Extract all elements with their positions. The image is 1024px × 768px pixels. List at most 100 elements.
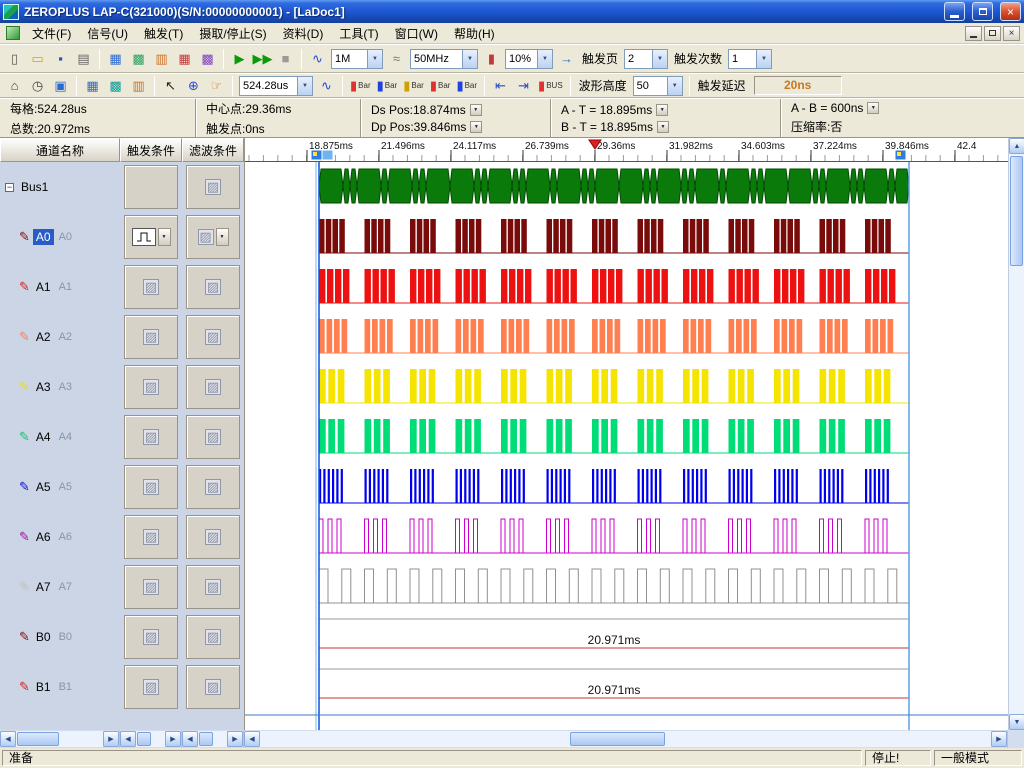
names-scroll-right-button[interactable]: ▶ bbox=[103, 731, 119, 747]
combo-arrow-icon[interactable]: ▼ bbox=[652, 50, 667, 68]
a-b-dropdown[interactable]: ▼ bbox=[867, 102, 879, 114]
trigger-condition-cell[interactable]: ▨ bbox=[124, 615, 178, 659]
b-t-dropdown[interactable]: ▼ bbox=[657, 121, 669, 133]
filter-condition-cell[interactable]: ▨ bbox=[186, 615, 240, 659]
channel-name[interactable]: B0 bbox=[33, 629, 54, 645]
repeat-run-button[interactable]: ▶▶ bbox=[251, 48, 274, 70]
waveform-area[interactable]: 18.875ms21.496ms24.117ms26.739ms29.36ms3… bbox=[244, 138, 1008, 730]
trigger-scroll-left-button[interactable]: ◀ bbox=[120, 731, 136, 747]
time-per-div-combo[interactable]: 524.28us▼ bbox=[239, 76, 313, 96]
vertical-scroll-thumb[interactable] bbox=[1010, 156, 1023, 266]
collapse-icon[interactable]: − bbox=[5, 183, 14, 192]
trigger-ratio-combo[interactable]: 10%▼ bbox=[505, 49, 553, 69]
trigger-condition-cell[interactable]: ▼ bbox=[124, 215, 178, 259]
channel-row-A2[interactable]: ✎A2A2 bbox=[0, 312, 120, 362]
filter-dropdown-arrow[interactable]: ▼ bbox=[216, 228, 229, 246]
waveform-scroll-left-button[interactable]: ◀ bbox=[244, 731, 260, 747]
channel-name[interactable]: A1 bbox=[33, 279, 54, 295]
filter-condition-cell[interactable]: ▨ bbox=[186, 565, 240, 609]
print-button[interactable]: ▤ bbox=[72, 48, 95, 70]
waveform-canvas[interactable]: 20.971ms20.971ms bbox=[245, 162, 1008, 730]
zoom-tool-button[interactable]: ⊕ bbox=[182, 76, 205, 96]
new-file-button[interactable]: ▯ bbox=[3, 48, 26, 70]
vertical-scrollbar[interactable]: ▲ ▼ bbox=[1008, 138, 1024, 730]
scroll-up-button[interactable]: ▲ bbox=[1009, 138, 1024, 154]
menu-item-1[interactable]: 信号(U) bbox=[79, 23, 136, 44]
prev-edge-button[interactable]: ⇤ bbox=[489, 76, 512, 96]
select-cursor-button[interactable]: ↖ bbox=[159, 76, 182, 96]
channel-row-A0[interactable]: ✎A0A0 bbox=[0, 212, 120, 262]
channel-name[interactable]: A7 bbox=[33, 579, 54, 595]
save-file-button[interactable]: ▪ bbox=[49, 48, 72, 70]
channel-name[interactable]: A6 bbox=[33, 529, 54, 545]
close-button[interactable]: × bbox=[1000, 2, 1021, 21]
trigger-count-combo[interactable]: 1▼ bbox=[728, 49, 772, 69]
channel-name[interactable]: B1 bbox=[33, 679, 54, 695]
trigger-condition-cell[interactable]: ▨ bbox=[124, 415, 178, 459]
waveform-mode-button[interactable]: ∿ bbox=[306, 48, 329, 70]
a-t-dropdown[interactable]: ▼ bbox=[656, 104, 668, 116]
dp-pos-dropdown[interactable]: ▼ bbox=[470, 121, 482, 133]
mdi-minimize-button[interactable] bbox=[965, 26, 982, 41]
next-edge-button[interactable]: ⇥ bbox=[512, 76, 535, 96]
trigger-condition-cell[interactable]: ▨ bbox=[124, 665, 178, 709]
group-settings-button[interactable]: ▥ bbox=[150, 48, 173, 70]
filter-condition-cell[interactable]: ▨ bbox=[186, 165, 240, 209]
goto-trigger-button[interactable]: → bbox=[555, 48, 578, 70]
channel-row-B0[interactable]: ✎B0B0 bbox=[0, 612, 120, 662]
channel-row-A4[interactable]: ✎A4A4 bbox=[0, 412, 120, 462]
trigger-dropdown-arrow[interactable]: ▼ bbox=[158, 228, 171, 246]
ds-pos-dropdown[interactable]: ▼ bbox=[470, 104, 482, 116]
channel-row-B1[interactable]: ✎B1B1 bbox=[0, 662, 120, 712]
grid-view-2-button[interactable]: ▩ bbox=[104, 76, 127, 96]
bus-settings-button[interactable]: ▦ bbox=[104, 48, 127, 70]
menu-item-0[interactable]: 文件(F) bbox=[24, 23, 79, 44]
filter-condition-cell[interactable]: ▨ bbox=[186, 315, 240, 359]
time-ruler[interactable]: 18.875ms21.496ms24.117ms26.739ms29.36ms3… bbox=[245, 138, 1008, 162]
filter-scrollbar[interactable]: ◀ ▶ bbox=[182, 730, 244, 748]
menu-item-3[interactable]: 摄取/停止(S) bbox=[191, 23, 274, 44]
run-button[interactable]: ▶ bbox=[228, 48, 251, 70]
channel-row-A7[interactable]: ✎A7A7 bbox=[0, 562, 120, 612]
menu-item-2[interactable]: 触发(T) bbox=[136, 23, 191, 44]
trigger-condition-cell[interactable]: ▨ bbox=[124, 465, 178, 509]
channel-name[interactable]: A5 bbox=[33, 479, 54, 495]
filter-scroll-left-button[interactable]: ◀ bbox=[182, 731, 198, 747]
channel-name[interactable]: A4 bbox=[33, 429, 54, 445]
compression-button[interactable]: ≈ bbox=[385, 48, 408, 70]
analysis-settings-button[interactable]: ▦ bbox=[173, 48, 196, 70]
minimize-button[interactable] bbox=[944, 2, 965, 21]
ds-bar-button[interactable]: ▮Bar bbox=[427, 76, 454, 96]
filter-condition-cell[interactable]: ▨ bbox=[186, 515, 240, 559]
trigger-scrollbar[interactable]: ◀ ▶ bbox=[120, 730, 182, 748]
trigger-bar-button[interactable]: ▮ bbox=[480, 48, 503, 70]
trigger-condition-cell[interactable]: ▨ bbox=[124, 365, 178, 409]
grid-view-3-button[interactable]: ▥ bbox=[127, 76, 150, 96]
names-scroll-thumb[interactable] bbox=[17, 732, 59, 746]
fit-view-button[interactable]: ∿ bbox=[315, 76, 338, 96]
trigger-condition-cell[interactable]: ▨ bbox=[124, 565, 178, 609]
names-scroll-left-button[interactable]: ◀ bbox=[0, 731, 16, 747]
t-bar-button[interactable]: ▮Bar bbox=[400, 76, 427, 96]
trigger-condition-cell[interactable]: ▨ bbox=[124, 315, 178, 359]
trigger-scroll-right-button[interactable]: ▶ bbox=[165, 731, 181, 747]
filter-condition-cell[interactable]: ▨▼ bbox=[186, 215, 240, 259]
trigger-condition-cell[interactable]: ▨ bbox=[124, 265, 178, 309]
filter-scroll-right-button[interactable]: ▶ bbox=[227, 731, 243, 747]
channel-row-A3[interactable]: ✎A3A3 bbox=[0, 362, 120, 412]
channel-name[interactable]: A0 bbox=[33, 229, 54, 245]
filter-condition-cell[interactable]: ▨ bbox=[186, 465, 240, 509]
mdi-restore-button[interactable] bbox=[984, 26, 1001, 41]
combo-arrow-icon[interactable]: ▼ bbox=[667, 77, 682, 95]
channel-row-A6[interactable]: ✎A6A6 bbox=[0, 512, 120, 562]
title-bar[interactable]: ZEROPLUS LAP-C(321000)(S/N:00000000001) … bbox=[0, 0, 1024, 23]
channel-name[interactable]: A2 bbox=[33, 329, 54, 345]
mdi-close-button[interactable]: × bbox=[1003, 26, 1020, 41]
a-bar-button[interactable]: ▮Bar bbox=[347, 76, 374, 96]
restore-button[interactable] bbox=[972, 2, 993, 21]
menu-item-7[interactable]: 帮助(H) bbox=[446, 23, 503, 44]
channel-row-A5[interactable]: ✎A5A5 bbox=[0, 462, 120, 512]
names-scrollbar[interactable]: ◀ ▶ bbox=[0, 730, 120, 748]
channel-name[interactable]: A3 bbox=[33, 379, 54, 395]
channel-name[interactable]: Bus1 bbox=[18, 179, 51, 195]
